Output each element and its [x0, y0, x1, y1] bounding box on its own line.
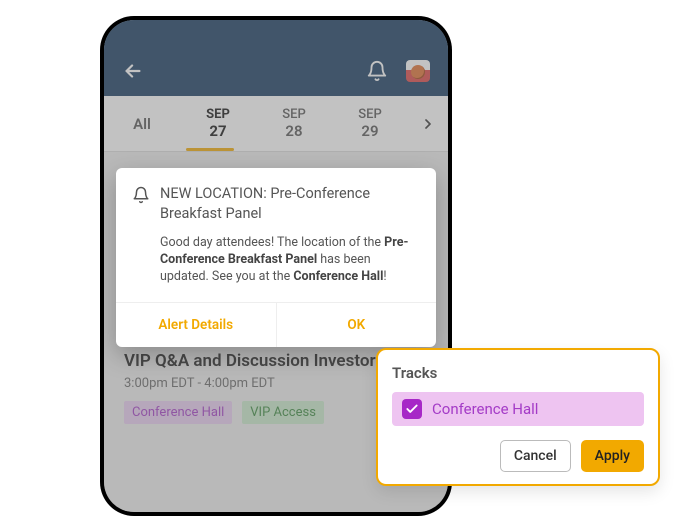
- checkbox-checked-icon[interactable]: [402, 399, 422, 419]
- alert-body: Good day attendees! The location of the …: [116, 231, 436, 302]
- alert-dialog: NEW LOCATION: Pre-Conference Breakfast P…: [116, 168, 436, 347]
- alert-title: NEW LOCATION: Pre-Conference Breakfast P…: [160, 184, 420, 223]
- alert-actions: Alert Details OK: [116, 302, 436, 347]
- track-label: Conference Hall: [432, 400, 538, 418]
- track-row-conference-hall[interactable]: Conference Hall: [392, 392, 644, 426]
- cancel-button[interactable]: Cancel: [500, 440, 571, 472]
- bell-outline-icon: [132, 186, 150, 223]
- tracks-title: Tracks: [392, 364, 644, 382]
- tracks-popover: Tracks Conference Hall Cancel Apply: [376, 348, 660, 486]
- tracks-actions: Cancel Apply: [392, 440, 644, 472]
- alert-details-button[interactable]: Alert Details: [116, 303, 276, 347]
- alert-ok-button[interactable]: OK: [276, 303, 437, 347]
- apply-button[interactable]: Apply: [581, 440, 644, 472]
